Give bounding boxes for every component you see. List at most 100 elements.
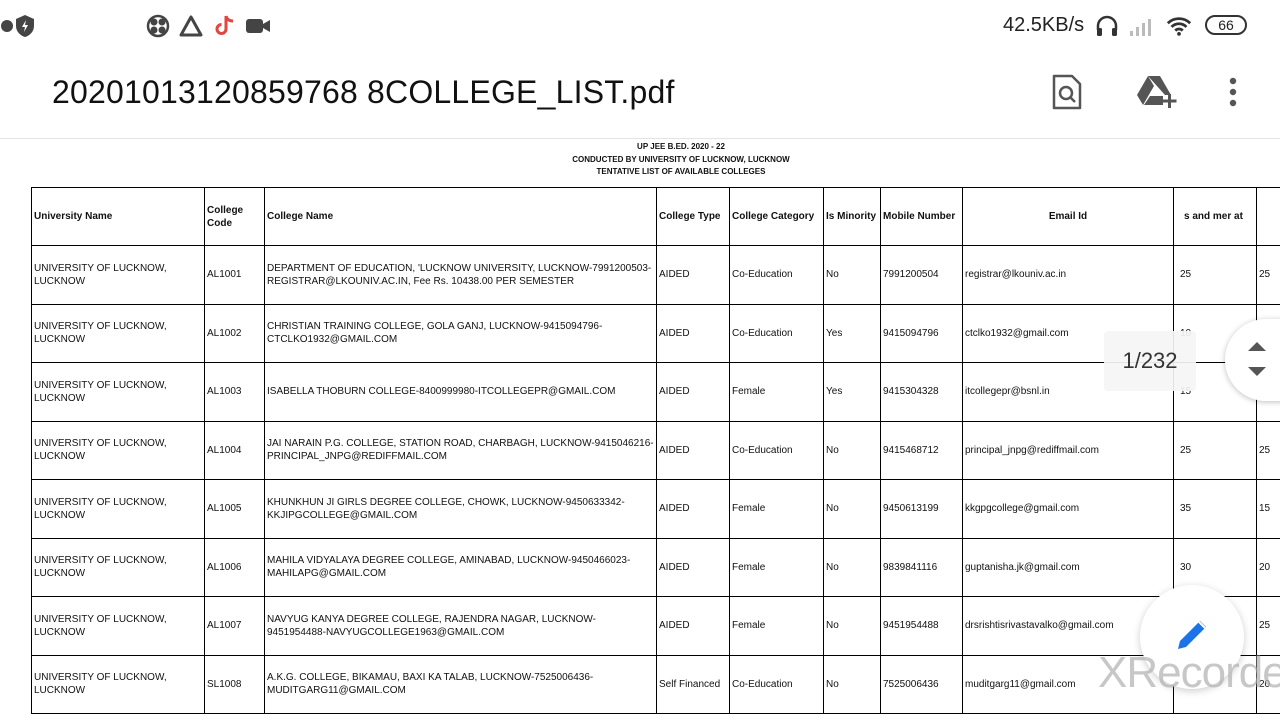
university-name-cell: UNIVERSITY OF LUCKNOW, LUCKNOW — [31, 362, 205, 422]
college-code-cell: AL1002 — [204, 303, 265, 363]
table-row: UNIVERSITY OF LUCKNOW, LUCKNOW SL1008 A.K.… — [31, 654, 1280, 714]
college-code-cell: AL1001 — [204, 245, 265, 305]
university-name-cell: UNIVERSITY OF LUCKNOW, LUCKNOW — [31, 654, 205, 714]
email-cell: kkgpgcollege@gmail.com — [962, 479, 1174, 539]
is-minority-cell: Yes — [823, 362, 881, 422]
college-category-cell: Female — [729, 596, 824, 656]
university-name-cell: UNIVERSITY OF LUCKNOW, LUCKNOW — [31, 596, 205, 656]
mobile-number-cell: 7991200504 — [880, 245, 963, 305]
pinwheel-icon — [145, 13, 171, 39]
university-name-cell: UNIVERSITY OF LUCKNOW, LUCKNOW — [31, 479, 205, 539]
search-document-button[interactable] — [1045, 72, 1089, 116]
is-minority-cell: No — [823, 654, 881, 714]
search-document-icon — [1051, 74, 1083, 115]
college-type-cell: AIDED — [656, 420, 730, 480]
headphones-icon — [1094, 13, 1120, 39]
university-name-cell: UNIVERSITY OF LUCKNOW, LUCKNOW — [31, 245, 205, 305]
column-header: Email Id — [962, 187, 1174, 246]
college-category-cell: Co-Education — [729, 303, 824, 363]
table-row: UNIVERSITY OF LUCKNOW, LUCKNOW AL1006 MAHI… — [31, 537, 1280, 597]
college-type-cell: AIDED — [656, 303, 730, 363]
is-minority-cell: No — [823, 479, 881, 539]
column-header — [1256, 187, 1280, 246]
battery-level: 66 — [1218, 17, 1234, 33]
mobile-number-cell: 9451954488 — [880, 596, 963, 656]
email-cell: guptanisha.jk@gmail.com — [962, 537, 1174, 597]
college-type-cell: AIDED — [656, 537, 730, 597]
delta-icon — [178, 13, 204, 39]
app-bar: 20201013120859768 8COLLEGE_LIST.pdf — [0, 52, 1280, 139]
table-row: UNIVERSITY OF LUCKNOW, LUCKNOW AL1004 JAI … — [31, 420, 1280, 480]
table-header-row: University Name College Code College Nam… — [31, 187, 1280, 246]
heading-line: TENTATIVE LIST OF AVAILABLE COLLEGES — [596, 167, 766, 176]
college-name-cell: JAI NARAIN P.G. COLLEGE, STATION ROAD, C… — [264, 420, 657, 480]
is-minority-cell: No — [823, 245, 881, 305]
college-name-cell: NAVYUG KANYA DEGREE COLLEGE, RAJENDRA NA… — [264, 596, 657, 656]
college-code-cell: AL1003 — [204, 362, 265, 422]
is-minority-cell: No — [823, 596, 881, 656]
table-row: UNIVERSITY OF LUCKNOW, LUCKNOW AL1001 DEPA… — [31, 245, 1280, 305]
mobile-number-cell: 9839841116 — [880, 537, 963, 597]
battery-icon: 66 — [1205, 15, 1247, 35]
chevron-up-icon — [1247, 339, 1267, 357]
is-minority-cell: No — [823, 420, 881, 480]
table-row: UNIVERSITY OF LUCKNOW, LUCKNOW AL1002 CHRI… — [31, 303, 1280, 363]
table-row: UNIVERSITY OF LUCKNOW, LUCKNOW AL1007 NAVY… — [31, 596, 1280, 656]
wifi-icon — [1166, 13, 1192, 39]
column-header: College Code — [204, 187, 265, 246]
shield-icon — [12, 13, 38, 39]
college-type-cell: Self Financed — [656, 654, 730, 714]
college-code-cell: SL1008 — [204, 654, 265, 714]
college-type-cell: AIDED — [656, 245, 730, 305]
college-category-cell: Female — [729, 362, 824, 422]
document-title: 20201013120859768 8COLLEGE_LIST.pdf — [52, 74, 675, 110]
college-type-cell: AIDED — [656, 479, 730, 539]
status-bar: 42.5KB/s 66 — [0, 0, 1280, 52]
university-name-cell: UNIVERSITY OF LUCKNOW, LUCKNOW — [31, 537, 205, 597]
email-cell: principal_jnpg@rediffmail.com — [962, 420, 1174, 480]
college-category-cell: Co-Education — [729, 420, 824, 480]
seats-cell: 25 — [1173, 420, 1257, 480]
signal-icon — [1127, 13, 1153, 39]
seats-cell: 35 — [1173, 479, 1257, 539]
chevron-down-icon — [1247, 365, 1267, 383]
college-code-cell: AL1006 — [204, 537, 265, 597]
table-row: UNIVERSITY OF LUCKNOW, LUCKNOW AL1005 KHUN… — [31, 479, 1280, 539]
university-name-cell: UNIVERSITY OF LUCKNOW, LUCKNOW — [31, 303, 205, 363]
seats-extra-cell: 25 — [1256, 596, 1280, 656]
college-name-cell: ISABELLA THOBURN COLLEGE-8400999980-ITCO… — [264, 362, 657, 422]
college-category-cell: Co-Education — [729, 654, 824, 714]
seats-extra-cell: 20 — [1256, 537, 1280, 597]
video-camera-icon — [245, 13, 271, 39]
column-header: College Name — [264, 187, 657, 246]
mobile-number-cell: 9415094796 — [880, 303, 963, 363]
table-row: UNIVERSITY OF LUCKNOW, LUCKNOW AL1003 ISAB… — [31, 362, 1280, 422]
seats-extra-cell: 25 — [1256, 245, 1280, 305]
college-name-cell: CHRISTIAN TRAINING COLLEGE, GOLA GANJ, L… — [264, 303, 657, 363]
email-cell: registrar@lkouniv.ac.in — [962, 245, 1174, 305]
seats-extra-cell: 15 — [1256, 479, 1280, 539]
mobile-number-cell: 9415468712 — [880, 420, 963, 480]
column-header: Is Minority — [823, 187, 881, 246]
college-category-cell: Female — [729, 479, 824, 539]
heading-line: CONDUCTED BY UNIVERSITY OF LUCKNOW, LUCK… — [572, 154, 790, 164]
document-heading: UP JEE B.ED. 2020 - 22 CONDUCTED BY UNIV… — [0, 141, 1280, 179]
college-type-cell: AIDED — [656, 362, 730, 422]
column-header: Mobile Number — [880, 187, 963, 246]
mobile-number-cell: 9415304328 — [880, 362, 963, 422]
pdf-page[interactable]: UP JEE B.ED. 2020 - 22 CONDUCTED BY UNIV… — [0, 139, 1280, 720]
heading-line: UP JEE B.ED. 2020 - 22 — [637, 142, 725, 151]
page-indicator: 1/232 — [1104, 331, 1196, 391]
watermark: XRecorder — [1098, 648, 1280, 697]
college-code-cell: AL1007 — [204, 596, 265, 656]
mobile-number-cell: 9450613199 — [880, 479, 963, 539]
college-name-cell: KHUNKHUN JI GIRLS DEGREE COLLEGE, CHOWK,… — [264, 479, 657, 539]
college-code-cell: AL1004 — [204, 420, 265, 480]
college-category-cell: Co-Education — [729, 245, 824, 305]
is-minority-cell: Yes — [823, 303, 881, 363]
more-options-button[interactable] — [1211, 72, 1255, 116]
column-header: College Category — [729, 187, 824, 246]
seats-extra-cell: 25 — [1256, 420, 1280, 480]
network-speed: 42.5KB/s — [1003, 14, 1085, 36]
add-to-drive-button[interactable] — [1134, 72, 1178, 116]
